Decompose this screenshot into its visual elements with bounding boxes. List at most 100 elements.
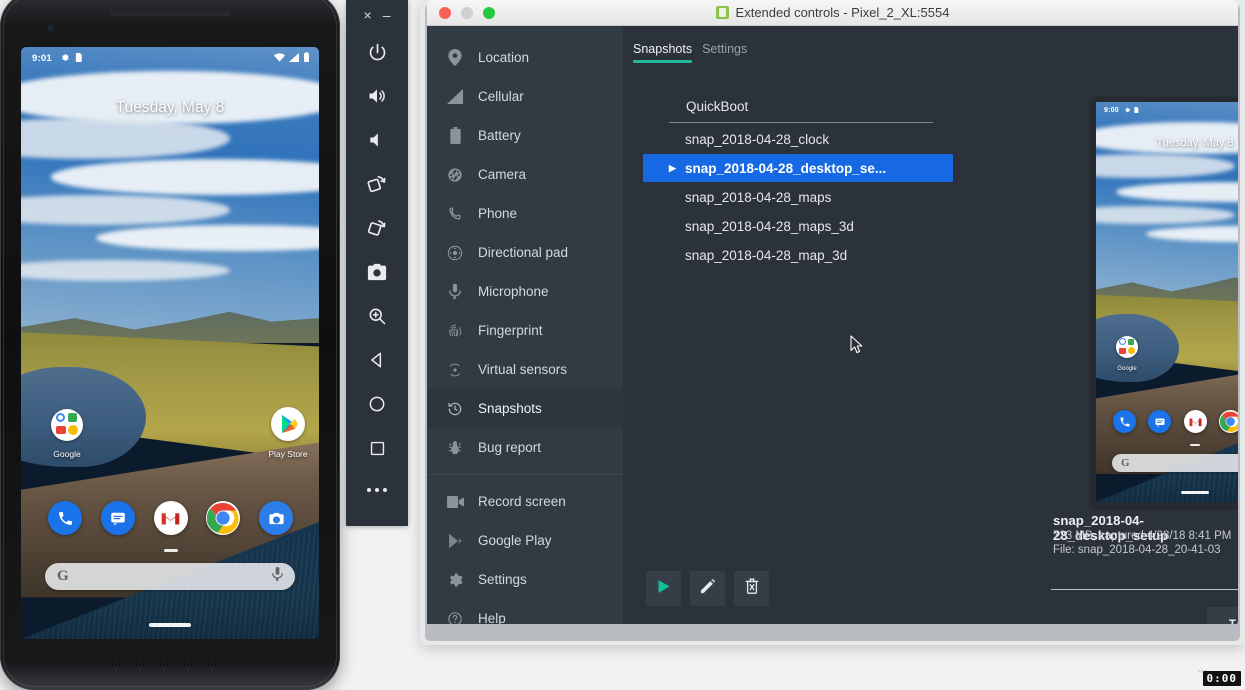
extended-controls-window[interactable]: Extended controls - Pixel_2_XL:5554 Loca… <box>420 0 1245 645</box>
sidebar-item-camera[interactable]: Camera <box>427 155 623 194</box>
battery-icon <box>303 52 310 65</box>
google-g-icon: G <box>1121 457 1130 469</box>
gear-icon <box>1124 107 1130 115</box>
fingerprint-icon <box>446 322 464 340</box>
sidebar-item-phone[interactable]: Phone <box>427 194 623 233</box>
extended-controls-content: Snapshots Settings QuickBoot ▶ <box>623 26 1238 624</box>
zoom-button[interactable] <box>346 294 408 338</box>
window-titlebar[interactable]: Extended controls - Pixel_2_XL:5554 <box>427 0 1238 26</box>
preview-app-icon-google: Google <box>1108 336 1146 372</box>
sidebar-item-bug-report[interactable]: Bug report <box>427 428 623 467</box>
back-button[interactable] <box>346 338 408 382</box>
play-snapshot-button[interactable] <box>646 571 681 606</box>
sidebar-item-fingerprint[interactable]: Fingerprint <box>427 311 623 350</box>
snapshot-preview-frame[interactable]: 9:00 Tuesday, May 8 Google G <box>1091 97 1238 507</box>
battery-icon <box>446 127 464 145</box>
tab-snapshots[interactable]: Snapshots <box>633 42 693 63</box>
sidebar-item-label: Record screen <box>478 494 566 509</box>
sidebar-item-directional-pad[interactable]: Directional pad <box>427 233 623 272</box>
app-label: Play Store <box>268 449 308 459</box>
microphone-icon[interactable] <box>272 567 283 586</box>
close-icon[interactable]: × <box>364 8 372 22</box>
power-button[interactable] <box>346 30 408 74</box>
preview-status-bar: 9:00 <box>1096 102 1238 115</box>
caret-icon: ▶ <box>669 221 679 232</box>
snapshot-label: snap_2018-04-28_clock <box>685 131 830 147</box>
dock-icon-gmail <box>1183 410 1207 433</box>
preview-wallpaper <box>1096 102 1238 502</box>
sidebar-item-location[interactable]: Location <box>427 38 623 77</box>
earpiece-speaker <box>110 11 230 16</box>
snapshot-row-clock[interactable]: ▶ snap_2018-04-28_clock <box>623 125 953 153</box>
cellular-bars-icon <box>446 88 464 106</box>
overview-button[interactable] <box>346 426 408 470</box>
nav-gesture-pill[interactable] <box>149 623 191 627</box>
more-button[interactable] <box>346 470 408 510</box>
sidebar-item-label: Help <box>478 611 506 624</box>
caret-icon: ▶ <box>669 192 679 203</box>
dock-icon-gmail[interactable] <box>153 501 188 535</box>
phone-handset-icon <box>446 205 464 223</box>
dock-icon-chrome[interactable] <box>206 501 241 535</box>
sidebar-item-help[interactable]: Help <box>427 599 623 624</box>
sidebar-item-microphone[interactable]: Microphone <box>427 272 623 311</box>
sidebar-item-settings[interactable]: Settings <box>427 560 623 599</box>
snapshot-list[interactable]: QuickBoot ▶ snap_2018-04-28_clock ▶ snap… <box>623 72 953 624</box>
screenshot-button[interactable] <box>346 250 408 294</box>
google-folder-icon <box>1116 336 1138 358</box>
extended-controls-sidebar: Location Cellular Battery Camera Phone D… <box>427 26 623 624</box>
pencil-icon <box>700 578 716 599</box>
snapshot-row-maps[interactable]: ▶ snap_2018-04-28_maps <box>623 183 953 211</box>
google-g-icon: G <box>57 568 69 584</box>
volume-down-button[interactable] <box>346 118 408 162</box>
recording-timer: 0:00 <box>1202 671 1241 686</box>
video-camera-icon <box>446 493 464 511</box>
volume-up-button[interactable] <box>346 74 408 118</box>
sidebar-item-label: Google Play <box>478 533 552 548</box>
rotate-left-button[interactable] <box>346 162 408 206</box>
android-icon <box>715 6 729 19</box>
sd-card-icon <box>75 52 83 65</box>
sidebar-item-snapshots[interactable]: Snapshots <box>427 389 623 428</box>
preview-date-text: Tuesday, May 8 <box>1156 137 1234 149</box>
tab-settings[interactable]: Settings <box>702 42 747 63</box>
sidebar-item-record-screen[interactable]: Record screen <box>427 482 623 521</box>
sidebar-item-virtual-sensors[interactable]: Virtual sensors <box>427 350 623 389</box>
app-icon-google-folder[interactable]: Google <box>41 409 93 459</box>
edit-snapshot-button[interactable] <box>690 571 725 606</box>
delete-snapshot-button[interactable] <box>734 571 769 606</box>
sidebar-item-label: Bug report <box>478 440 542 455</box>
mouse-cursor <box>850 335 863 359</box>
bug-icon <box>446 439 464 457</box>
dock-icon-messages[interactable] <box>100 501 135 535</box>
minimize-icon[interactable]: – <box>383 8 391 22</box>
screenshot-root: 9:01 Tuesday, May 8 Google Play Store G … <box>0 0 1245 690</box>
sidebar-item-battery[interactable]: Battery <box>427 116 623 155</box>
rotate-right-button[interactable] <box>346 206 408 250</box>
home-button[interactable] <box>346 382 408 426</box>
preview-nav-pill <box>1181 491 1209 494</box>
window-body: Location Cellular Battery Camera Phone D… <box>427 26 1238 624</box>
sidebar-item-google-play[interactable]: Google Play <box>427 521 623 560</box>
snapshot-row-maps-3d[interactable]: ▶ snap_2018-04-28_maps_3d <box>623 212 953 240</box>
snapshot-row-map-3d[interactable]: ▶ snap_2018-04-28_map_3d <box>623 241 953 269</box>
snapshot-row-desktop-setup[interactable]: ▶ snap_2018-04-28_desktop_se... <box>643 154 953 182</box>
take-snapshot-button[interactable]: TAKE SNAPSHOT <box>1207 607 1238 624</box>
home-date-text: Tuesday, May 8 <box>115 99 225 116</box>
dock-icon-phone <box>1113 410 1136 433</box>
google-search-bar[interactable]: G <box>45 563 295 590</box>
dock-icon-phone[interactable] <box>48 501 82 535</box>
dock-icon-camera[interactable] <box>259 501 293 535</box>
sidebar-divider <box>427 474 623 475</box>
emulator-device-window[interactable]: 9:01 Tuesday, May 8 Google Play Store G <box>0 0 340 690</box>
snapshot-quickboot-row[interactable]: QuickBoot <box>623 92 953 120</box>
rotate-left-icon <box>366 173 388 195</box>
sidebar-item-cellular[interactable]: Cellular <box>427 77 623 116</box>
snapshot-label: snap_2018-04-28_desktop_se... <box>685 160 887 176</box>
sidebar-item-label: Settings <box>478 572 527 587</box>
phone-screen[interactable]: 9:01 Tuesday, May 8 Google Play Store G <box>21 47 319 639</box>
gear-icon <box>60 53 69 65</box>
play-store-icon <box>271 407 305 441</box>
app-icon-play-store[interactable]: Play Store <box>260 407 316 459</box>
trash-icon <box>745 578 759 599</box>
